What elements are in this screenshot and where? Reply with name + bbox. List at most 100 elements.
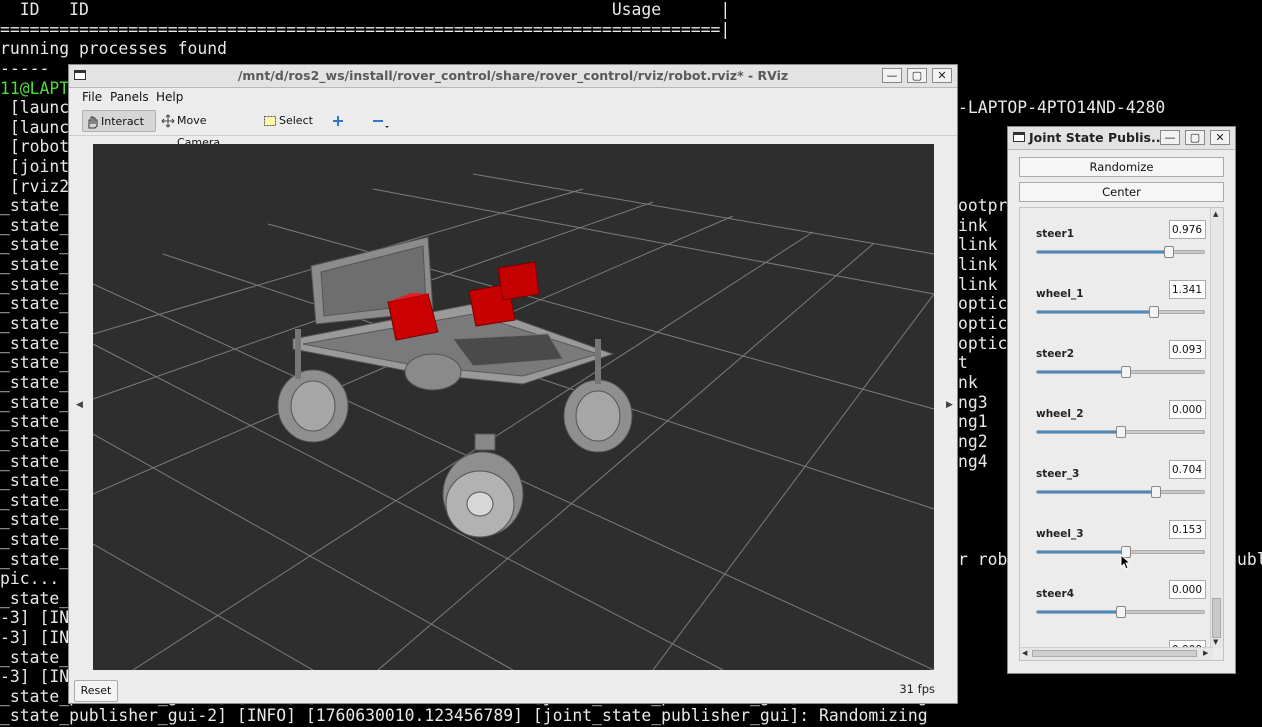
terminal-line-right: link (958, 255, 998, 274)
terminal-line: -3] [IN (0, 667, 70, 686)
terminal-line: _state_ (0, 353, 70, 372)
joint-name: steer_3 (1036, 468, 1080, 480)
rviz-window: /mnt/d/ros2_ws/install/rover_control/sha… (68, 64, 958, 704)
rviz-titlebar[interactable]: /mnt/d/ros2_ws/install/rover_control/sha… (69, 65, 957, 88)
slider-fill (1037, 491, 1156, 493)
slider-thumb[interactable] (1115, 606, 1126, 618)
jsp-window-title: Joint State Publis... (1029, 130, 1166, 145)
joint-value-field[interactable]: 0.704 (1169, 460, 1206, 479)
joint-value-field[interactable]: 0.976 (1169, 220, 1206, 239)
slider-thumb[interactable] (1120, 366, 1131, 378)
reset-button[interactable]: Reset (74, 680, 118, 702)
scroll-up-icon[interactable]: ▲ (1213, 210, 1218, 218)
terminal-line-far-right: ubl (1237, 550, 1262, 569)
terminal-line-right: optic (958, 294, 1008, 313)
center-button[interactable]: Center (1019, 182, 1224, 202)
terminal-line-right: link (958, 235, 998, 254)
slider-fill (1037, 251, 1169, 253)
remove-tool-button[interactable] (369, 110, 391, 132)
joint-slider[interactable] (1036, 366, 1205, 378)
terminal-line-right: ootpr (958, 196, 1008, 215)
slider-fill (1037, 311, 1154, 313)
joint-slider[interactable] (1036, 246, 1205, 258)
select-tool-button[interactable]: Select (261, 110, 321, 132)
3d-viewport[interactable] (93, 144, 934, 670)
terminal-line: [robot (0, 137, 70, 156)
joint-value-field[interactable]: 0.000 (1169, 580, 1206, 599)
terminal-line: [launc (0, 98, 70, 117)
slider-thumb[interactable] (1150, 486, 1161, 498)
terminal-line: _state_ (0, 235, 70, 254)
right-dock-arrow-icon[interactable]: ▶ (946, 400, 953, 410)
move-camera-tool-button[interactable]: Move Camera (159, 110, 251, 149)
terminal-line-right: optic (958, 314, 1008, 333)
terminal-line: _state_ (0, 491, 70, 510)
joint-slider[interactable] (1036, 606, 1205, 618)
joint-row: wheel_1 1.341 (1020, 268, 1210, 328)
scroll-left-icon[interactable]: ◀ (1022, 649, 1027, 657)
close-button[interactable]: ✕ (1210, 130, 1230, 145)
slider-fill (1037, 371, 1126, 373)
terminal-line-right: t (958, 353, 968, 372)
terminal-line: running processes found (0, 39, 227, 58)
add-tool-button[interactable] (329, 110, 349, 132)
joint-name: wheel_3 (1036, 528, 1084, 540)
minimize-button[interactable]: — (882, 68, 902, 83)
terminal-line: 11@LAPT (0, 79, 70, 98)
horizontal-scrollbar[interactable]: ◀ ▶ (1020, 647, 1213, 660)
randomize-button[interactable]: Randomize (1019, 157, 1224, 177)
joint-name: steer1 (1036, 228, 1074, 240)
joint-slider[interactable] (1036, 486, 1205, 498)
slider-thumb[interactable] (1163, 246, 1174, 258)
joint-name: steer4 (1036, 588, 1074, 600)
interact-tool-button[interactable]: Interact (82, 110, 156, 132)
joint-slider-list[interactable]: wheel_40.000steer40.000wheel_30.153steer… (1019, 207, 1224, 661)
vertical-scrollbar[interactable]: ▲ ▼ (1210, 208, 1223, 648)
scroll-right-icon[interactable]: ▶ (1203, 649, 1208, 657)
select-icon (264, 116, 276, 126)
move-camera-icon (161, 114, 175, 128)
joint-value-field[interactable]: 0.000 (1169, 400, 1206, 419)
fps-readout: 31 fps (899, 682, 935, 696)
select-label: Select (279, 114, 313, 127)
terminal-line: _state_ (0, 452, 70, 471)
terminal-line: -3] [IN (0, 608, 70, 627)
joint-slider[interactable] (1036, 306, 1205, 318)
terminal-line: _state_ (0, 196, 70, 215)
terminal-line: _state_ (0, 471, 70, 490)
scrollbar-thumb[interactable] (1212, 598, 1221, 638)
terminal-line: _state_publisher_gui-2] [INFO] [17606300… (0, 706, 928, 725)
terminal-line: pic... (0, 569, 60, 588)
joint-name: wheel_2 (1036, 408, 1084, 420)
joint-value-field[interactable]: 1.341 (1169, 280, 1206, 299)
window-icon (1013, 132, 1025, 142)
joint-row: steer1 0.976 (1020, 208, 1210, 268)
terminal-line-right: optic (958, 334, 1008, 353)
menu-panels[interactable]: Panels (110, 90, 149, 104)
joint-row: steer4 0.000 (1020, 568, 1210, 628)
scroll-down-icon[interactable]: ▼ (1213, 638, 1218, 646)
jsp-titlebar[interactable]: Joint State Publis... — ▢ ✕ (1008, 127, 1235, 150)
slider-thumb[interactable] (1148, 306, 1159, 318)
slider-thumb[interactable] (1115, 426, 1126, 438)
left-dock-arrow-icon[interactable]: ◀ (76, 400, 83, 410)
joint-slider[interactable] (1036, 426, 1205, 438)
menu-file[interactable]: File (82, 90, 102, 104)
terminal-line: _state_ (0, 510, 70, 529)
terminal-line: [launc (0, 118, 70, 137)
slider-fill (1037, 431, 1121, 433)
terminal-line-right: ng4 (958, 452, 988, 471)
terminal-line: _state_ (0, 648, 70, 667)
terminal-line: _state_ (0, 275, 70, 294)
hscroll-thumb[interactable] (1032, 650, 1197, 657)
minimize-button[interactable]: — (1160, 130, 1180, 145)
joint-value-field[interactable]: 0.093 (1169, 340, 1206, 359)
terminal-line: _state_ (0, 334, 70, 353)
close-button[interactable]: ✕ (932, 68, 952, 83)
slider-fill (1037, 551, 1126, 553)
minus-icon (373, 120, 389, 128)
maximize-button[interactable]: ▢ (1185, 130, 1205, 145)
menu-help[interactable]: Help (156, 90, 183, 104)
joint-value-field[interactable]: 0.153 (1169, 520, 1206, 539)
maximize-button[interactable]: ▢ (907, 68, 927, 83)
